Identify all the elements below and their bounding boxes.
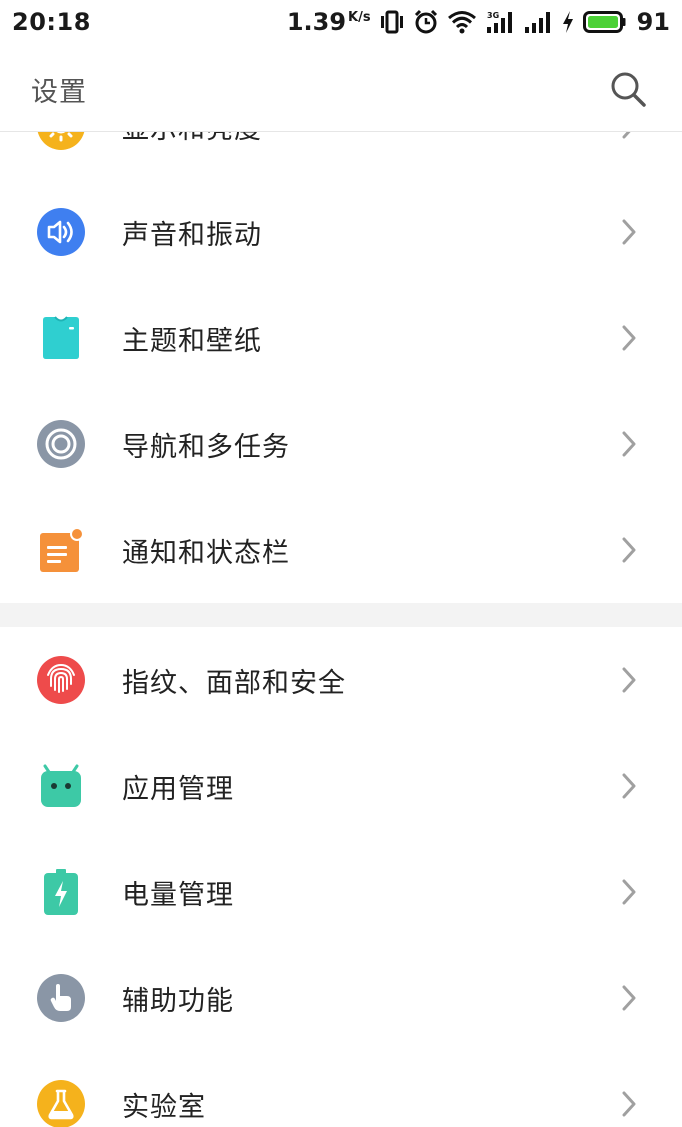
settings-item-notifications[interactable]: 通知和状态栏 — [0, 497, 682, 603]
chevron-right-icon — [622, 1091, 636, 1117]
chevron-right-icon — [622, 431, 636, 457]
settings-item-navigation[interactable]: 导航和多任务 — [0, 391, 682, 497]
battery-icon — [582, 10, 627, 34]
ring-icon — [37, 420, 85, 468]
settings-item-label: 电量管理 — [122, 880, 234, 911]
signal-3g-icon: 3G — [485, 9, 515, 35]
settings-item-display[interactable]: 显示和亮度 — [0, 132, 682, 179]
settings-item-lab[interactable]: 实验室 — [0, 1051, 682, 1127]
hand-icon — [37, 974, 85, 1022]
speaker-icon — [37, 208, 85, 256]
section-divider — [0, 603, 682, 627]
settings-item-label: 实验室 — [122, 1092, 206, 1123]
chevron-right-icon — [622, 325, 636, 351]
settings-item-label: 主题和壁纸 — [122, 326, 262, 357]
fingerprint-icon — [37, 656, 85, 704]
chevron-right-icon — [622, 219, 636, 245]
settings-item-security[interactable]: 指纹、面部和安全 — [0, 627, 682, 733]
settings-item-battery[interactable]: 电量管理 — [0, 839, 682, 945]
tshirt-icon — [43, 316, 79, 359]
chevron-right-icon — [622, 132, 631, 139]
search-button[interactable] — [606, 67, 650, 111]
settings-item-theme[interactable]: 主题和壁纸 — [0, 285, 682, 391]
battery-bolt-icon — [44, 869, 78, 915]
app-header: 设置 — [0, 52, 682, 124]
chevron-right-icon — [622, 537, 636, 563]
alarm-icon — [413, 9, 439, 35]
signal-3g-label: 3G — [487, 11, 499, 20]
settings-item-label: 显示和亮度 — [122, 132, 262, 146]
chevron-right-icon — [622, 985, 636, 1011]
status-icons: 1.39 K/s 3G 91 — [287, 8, 670, 36]
settings-item-label: 声音和振动 — [122, 220, 262, 251]
settings-item-accessibility[interactable]: 辅助功能 — [0, 945, 682, 1051]
status-bar: 20:18 1.39 K/s 3G 91 — [0, 0, 682, 44]
sun-icon — [37, 132, 85, 150]
wifi-icon — [447, 10, 477, 34]
settings-list[interactable]: 显示和亮度 声音和振动 主题和壁纸 — [0, 132, 682, 1127]
chevron-right-icon — [622, 879, 636, 905]
settings-item-label: 导航和多任务 — [122, 432, 290, 463]
settings-item-label: 指纹、面部和安全 — [122, 668, 346, 699]
chevron-right-icon — [622, 773, 636, 799]
android-icon — [41, 764, 81, 807]
notification-icon — [40, 527, 84, 572]
settings-item-apps[interactable]: 应用管理 — [0, 733, 682, 839]
network-speed-value: 1.39 — [286, 8, 347, 36]
settings-item-label: 辅助功能 — [122, 986, 234, 1017]
flask-icon — [37, 1080, 85, 1127]
search-icon — [611, 72, 646, 107]
network-speed: 1.39 K/s — [287, 8, 371, 36]
settings-item-label: 应用管理 — [122, 774, 234, 805]
charging-icon — [561, 10, 575, 34]
settings-item-label: 通知和状态栏 — [122, 538, 290, 569]
settings-item-sound[interactable]: 声音和振动 — [0, 179, 682, 285]
battery-percent: 91 — [636, 8, 670, 36]
network-speed-unit: K/s — [348, 10, 371, 25]
vibrate-icon — [379, 10, 405, 34]
status-time: 20:18 — [12, 8, 91, 36]
page-title: 设置 — [31, 77, 87, 108]
signal-icon — [523, 9, 553, 35]
chevron-right-icon — [622, 667, 636, 693]
